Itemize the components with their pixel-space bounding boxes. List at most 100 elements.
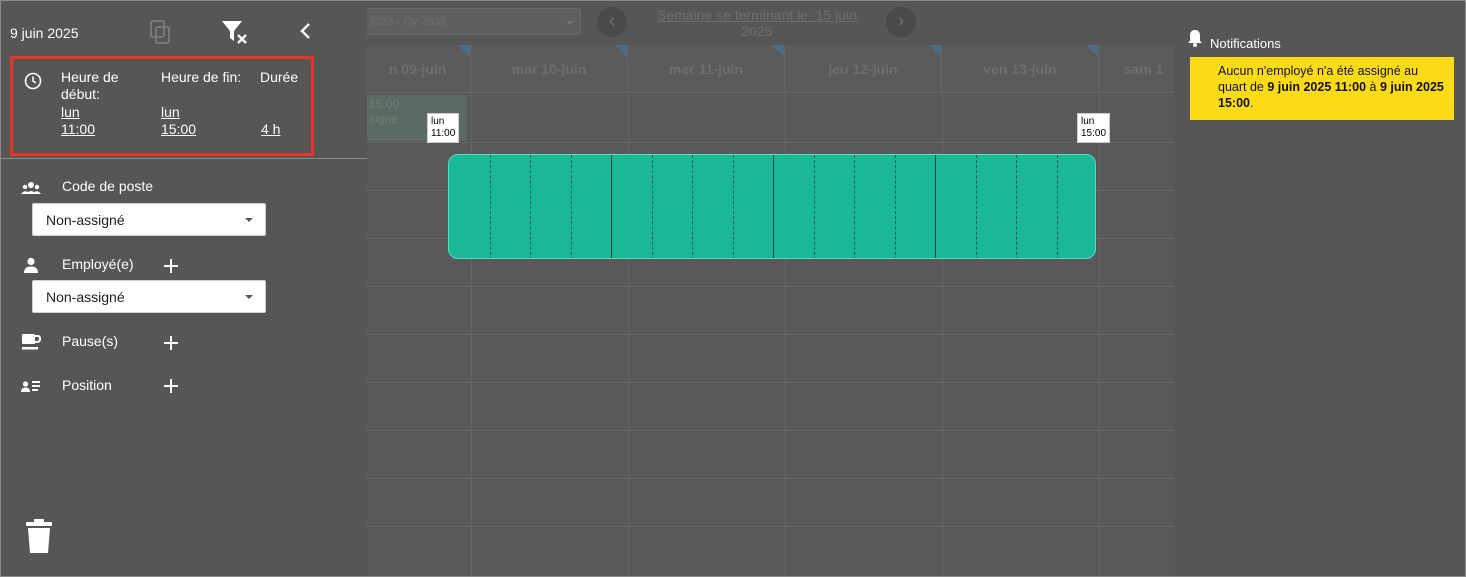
end-day: lun — [161, 104, 180, 120]
shift-start-tag: lun 11:00 — [427, 113, 460, 143]
breaks-label: Pause(s) — [62, 333, 119, 349]
day-header-label: mar 10-juin — [511, 61, 587, 77]
add-employee-button[interactable] — [163, 258, 179, 274]
person-icon — [24, 257, 38, 273]
time-slot-divider — [489, 155, 491, 258]
time-slot-divider — [813, 155, 815, 258]
time-slot-divider — [773, 155, 774, 258]
end-time: 15:00 — [161, 121, 197, 137]
add-position-button[interactable] — [163, 378, 179, 394]
day-header-label: mer 11-juin — [669, 61, 743, 77]
notifications-panel: Notifications Aucun n'employé n'a été as… — [1175, 1, 1465, 576]
group-icon — [21, 182, 41, 194]
shift-start-tag-day: lun — [431, 116, 445, 127]
location-select[interactable]: 3333 - CV 3333 — [367, 8, 581, 35]
copy-icon[interactable] — [149, 19, 171, 45]
shift-edit-panel: 9 juin 2025 Heure de début: Heure de fin… — [1, 1, 367, 576]
job-code-value: Non-assigné — [46, 212, 125, 228]
shift-start-tag-time: 11:00 — [431, 128, 456, 139]
time-slot-divider — [975, 155, 977, 258]
corner-marker — [615, 45, 627, 57]
day-header-label: ven 13-juin — [983, 61, 1057, 77]
clear-filter-icon[interactable] — [221, 19, 249, 45]
notification-text: . — [1249, 96, 1254, 110]
location-select-value: 3333 - CV 3333 — [369, 16, 447, 28]
job-code-select[interactable]: Non-assigné — [32, 203, 266, 236]
collapse-panel-icon[interactable] — [299, 21, 313, 41]
week-label-line2: 2025 — [741, 23, 773, 39]
app-frame: 3333 - CV 3333 ‹ Semaine se terminant le… — [0, 0, 1466, 577]
day-header-thursday[interactable]: jeu 12-juin — [785, 45, 942, 93]
time-slot-divider — [570, 155, 572, 258]
time-slot-divider — [894, 155, 896, 258]
grid-line — [367, 334, 1175, 335]
day-header-saturday[interactable]: sam 1 — [1099, 45, 1175, 93]
grid-line — [367, 382, 1175, 383]
day-header-label: sam 1 — [1123, 61, 1164, 77]
position-label: Position — [62, 377, 112, 393]
employee-value: Non-assigné — [46, 289, 125, 305]
end-time-label: Heure de fin: — [161, 69, 242, 85]
shift-end-tag-time: 15:00 — [1081, 128, 1107, 139]
clock-icon — [24, 72, 42, 90]
grid-line — [367, 526, 1175, 527]
corner-marker — [458, 45, 470, 57]
shift-time-box: Heure de début: Heure de fin: Durée lun … — [10, 56, 314, 156]
start-time: 11:00 — [61, 121, 95, 137]
corner-marker — [929, 45, 941, 57]
start-time-label-line2: début: — [61, 86, 100, 102]
chevron-down-icon — [245, 295, 253, 299]
start-time-label-line1: Heure de — [61, 69, 119, 85]
duration-value[interactable]: 4 h — [261, 121, 280, 138]
week-label[interactable]: Semaine se terminant le: 15 juin 2025 — [627, 7, 887, 39]
job-code-label: Code de poste — [62, 178, 154, 194]
start-day: lun — [61, 104, 80, 120]
next-week-button[interactable]: › — [886, 7, 916, 37]
existing-shift-time: 15:00 — [369, 97, 400, 111]
time-slot-divider — [1016, 155, 1017, 258]
start-time-link[interactable]: lun 11:00 — [61, 104, 95, 138]
corner-marker — [1086, 45, 1098, 57]
grid-line — [1099, 93, 1100, 576]
time-slot-divider — [530, 155, 531, 258]
grid-line — [367, 430, 1175, 431]
end-time-link[interactable]: lun 15:00 — [161, 104, 196, 138]
calendar-toolbar: 3333 - CV 3333 ‹ Semaine se terminant le… — [367, 1, 1175, 45]
person-list-icon — [21, 381, 40, 392]
chevron-down-icon — [566, 21, 574, 25]
chevron-down-icon — [245, 218, 253, 222]
day-header-monday[interactable]: n 09-juin — [367, 45, 471, 93]
notifications-title: Notifications — [1210, 36, 1281, 51]
delete-shift-button[interactable] — [26, 519, 52, 553]
previous-week-button[interactable]: ‹ — [597, 7, 627, 37]
employee-label: Employé(e) — [62, 256, 134, 272]
week-label-line1: Semaine se terminant le: 15 juin — [657, 7, 857, 23]
corner-marker — [772, 45, 784, 57]
time-slot-divider — [611, 155, 612, 258]
selected-shift-bar[interactable] — [448, 154, 1096, 259]
shift-end-tag-day: lun — [1081, 116, 1095, 127]
add-break-button[interactable] — [163, 335, 179, 351]
day-header-label: n 09-juin — [388, 61, 447, 77]
time-slot-divider — [854, 155, 855, 258]
notification-start: 9 juin 2025 11:00 — [1267, 80, 1367, 94]
bell-icon — [1188, 30, 1202, 47]
time-slot-divider — [1056, 155, 1058, 258]
day-header-wednesday[interactable]: mer 11-juin — [628, 45, 785, 93]
calendar-view: 3333 - CV 3333 ‹ Semaine se terminant le… — [367, 1, 1175, 576]
grid-line — [367, 142, 1175, 143]
day-header-label: jeu 12-juin — [828, 61, 898, 77]
chevron-right-icon: › — [897, 10, 905, 32]
panel-divider — [1, 158, 367, 159]
notification-text: à — [1366, 80, 1380, 94]
start-time-label: Heure de début: — [61, 69, 119, 103]
time-slot-divider — [692, 155, 693, 258]
time-slot-divider — [732, 155, 734, 258]
chevron-left-icon: ‹ — [608, 10, 616, 32]
day-header-tuesday[interactable]: mar 10-juin — [471, 45, 628, 93]
time-slot-divider — [651, 155, 653, 258]
day-header-friday[interactable]: ven 13-juin — [942, 45, 1099, 93]
coffee-icon — [22, 334, 41, 350]
employee-select[interactable]: Non-assigné — [32, 280, 266, 313]
time-slot-divider — [935, 155, 936, 258]
